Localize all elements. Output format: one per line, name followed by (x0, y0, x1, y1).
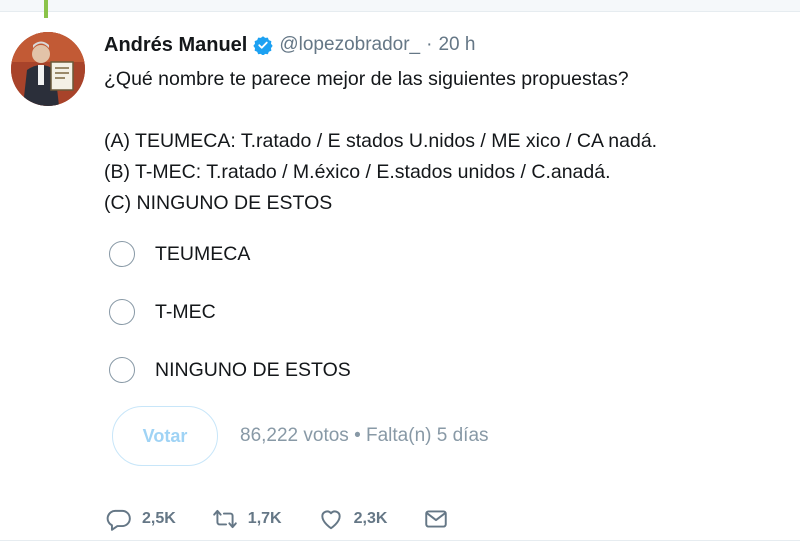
tweet-timestamp[interactable]: 20 h (438, 34, 475, 56)
reply-count: 2,5K (142, 510, 176, 527)
poll-option-ninguno[interactable]: NINGUNO DE ESTOS (104, 350, 351, 390)
poll-option-label: NINGUNO DE ESTOS (155, 358, 351, 381)
reply-button[interactable]: 2,5K (106, 506, 176, 532)
bottom-divider (0, 540, 800, 541)
vote-button[interactable]: Votar (112, 406, 218, 466)
retweet-count: 1,7K (247, 510, 282, 527)
avatar[interactable] (11, 32, 85, 106)
tweet-text-line: ¿Qué nombre te parece mejor de las sigui… (104, 68, 629, 90)
like-button[interactable]: 2,3K (318, 506, 388, 532)
like-count: 2,3K (353, 510, 388, 527)
author-handle[interactable]: @lopezobrador_ (279, 34, 420, 56)
tweet-text-line: (A) TEUMECA: T.ratado / E stados U.nidos… (104, 130, 658, 152)
tweet: Andrés Manuel @lopezobrador_ · 20 h ¿Qué… (0, 12, 800, 540)
radio-button[interactable] (109, 299, 135, 325)
radio-button[interactable] (109, 357, 135, 383)
retweet-button[interactable]: 1,7K (212, 506, 282, 532)
radio-button[interactable] (109, 241, 135, 267)
poll-footer: Votar 86,222 votos • Falta(n) 5 días (112, 406, 489, 466)
retweet-icon (212, 506, 238, 532)
poll-option-t-mec[interactable]: T-MEC (104, 292, 351, 332)
tweet-text-line: (C) NINGUNO DE ESTOS (104, 192, 333, 214)
reply-icon (106, 506, 132, 532)
poll-meta: 86,222 votos • Falta(n) 5 días (240, 425, 489, 446)
tweet-text-line: (B) T-MEC: T.ratado / M.éxico / E.stados… (104, 161, 611, 183)
top-separator-band (0, 0, 800, 12)
heart-icon (318, 506, 344, 532)
direct-message-button[interactable] (423, 506, 449, 532)
tweet-actions: 2,5K 1,7K 2,3K (106, 506, 485, 532)
author-display-name[interactable]: Andrés Manuel (104, 34, 247, 57)
poll-option-label: TEUMECA (155, 242, 251, 265)
tweet-header: Andrés Manuel @lopezobrador_ · 20 h (104, 32, 475, 58)
poll: TEUMECA T-MEC NINGUNO DE ESTOS (104, 234, 351, 408)
tweet-text: ¿Qué nombre te parece mejor de las sigui… (104, 64, 784, 219)
poll-option-teumeca[interactable]: TEUMECA (104, 234, 351, 274)
header-separator: · (426, 34, 433, 55)
poll-option-label: T-MEC (155, 300, 216, 323)
envelope-icon (423, 506, 449, 532)
verified-badge-icon (253, 35, 274, 55)
